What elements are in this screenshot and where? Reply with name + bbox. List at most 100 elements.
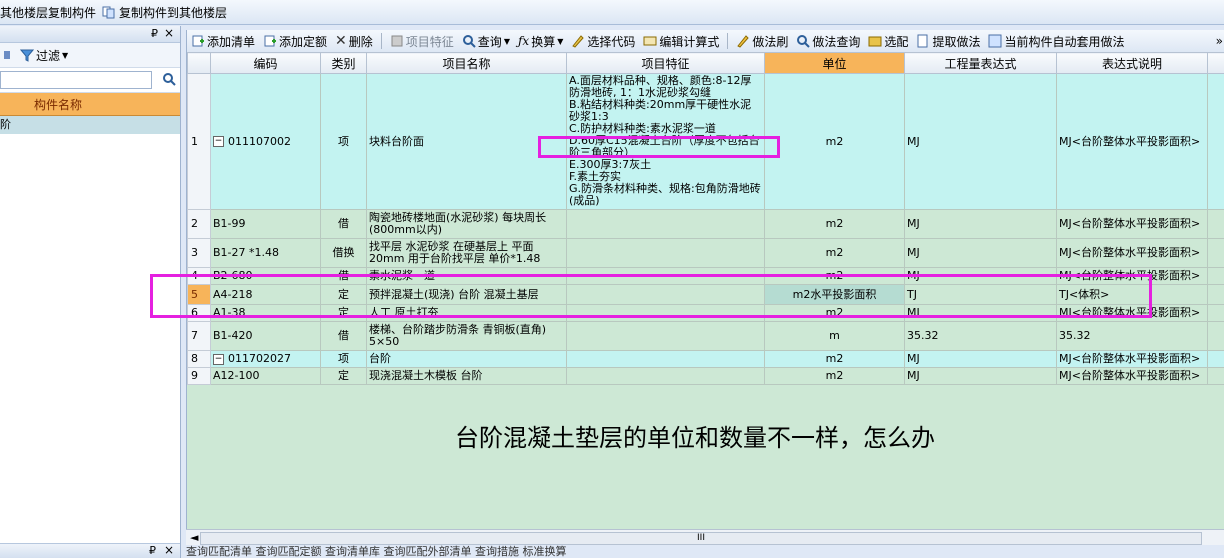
row-number[interactable]: 1 <box>187 73 211 210</box>
code-cell[interactable]: B1-99 <box>210 209 321 239</box>
expression-cell[interactable]: MJ <box>904 267 1057 285</box>
description-cell[interactable]: MJ<台阶整体水平投影面积> <box>1056 350 1208 368</box>
select-code-button[interactable]: 选择代码 <box>571 33 635 50</box>
row-number[interactable]: 3 <box>187 238 211 268</box>
code-cell[interactable]: A12-100 <box>210 367 321 385</box>
name-cell[interactable]: 找平层 水泥砂浆 在硬基层上 平面 20mm 用于台阶找平层 单价*1.48 <box>366 238 567 268</box>
bottom-pin-icon[interactable]: ₽ <box>149 544 156 557</box>
code-cell[interactable]: B2-680 <box>210 267 321 285</box>
item-feature-button[interactable]: 项目特征 <box>390 33 454 50</box>
type-cell[interactable]: 项 <box>320 350 367 368</box>
unit-cell[interactable]: m2 <box>764 73 905 210</box>
code-cell[interactable]: A4-218 <box>210 284 321 305</box>
name-cell[interactable]: 素水泥浆一道 <box>366 267 567 285</box>
table-row[interactable]: 4 B2-680 借 素水泥浆一道 m2 MJ MJ<台阶整体水平投影面积> <box>187 267 1224 285</box>
type-cell[interactable]: 借换 <box>320 238 367 268</box>
description-cell[interactable]: MJ<台阶整体水平投影面积> <box>1056 267 1208 285</box>
feature-cell[interactable] <box>566 284 765 305</box>
table-row[interactable]: 8 −011702027 项 台阶 m2 MJ MJ<台阶整体水平投影面积> <box>187 350 1224 368</box>
description-cell[interactable]: 35.32 <box>1056 321 1208 351</box>
feature-cell[interactable] <box>566 238 765 268</box>
collapse-icon[interactable]: − <box>213 136 224 147</box>
code-cell[interactable]: −011702027 <box>210 350 321 368</box>
component-name-header[interactable]: 构件名称 <box>0 93 180 116</box>
row-number[interactable]: 2 <box>187 209 211 239</box>
expression-cell[interactable]: MJ <box>904 73 1057 210</box>
panel-tool-icon[interactable] <box>4 48 18 62</box>
unit-cell[interactable]: m2 <box>764 209 905 239</box>
method-query-button[interactable]: 做法查询 <box>796 33 860 50</box>
description-cell[interactable]: MJ<台阶整体水平投影面积> <box>1056 209 1208 239</box>
feature-cell[interactable] <box>566 267 765 285</box>
scroll-left-icon[interactable]: ◄ <box>190 531 198 544</box>
unit-cell[interactable]: m2 <box>764 267 905 285</box>
column-header-feature[interactable]: 项目特征 <box>566 52 765 74</box>
code-cell[interactable]: B1-420 <box>210 321 321 351</box>
method-brush-button[interactable]: 做法刷 <box>736 33 788 50</box>
table-row[interactable]: 9 A12-100 定 现浇混凝土木模板 台阶 m2 MJ MJ<台阶整体水平投… <box>187 367 1224 385</box>
column-header-name[interactable]: 项目名称 <box>366 52 567 74</box>
row-number[interactable]: 4 <box>187 267 211 285</box>
table-row[interactable]: 7 B1-420 借 楼梯、台阶踏步防滑条 青铜板(直角) 5×50 m 35.… <box>187 321 1224 351</box>
feature-cell[interactable] <box>566 304 765 322</box>
auto-apply-method-button[interactable]: 当前构件自动套用做法 <box>988 33 1124 50</box>
column-header-description[interactable]: 表达式说明 <box>1056 52 1208 74</box>
row-number[interactable]: 9 <box>187 367 211 385</box>
table-row-selected[interactable]: 5 A4-218 定 预拌混凝土(现浇) 台阶 混凝土基层 m2水平投影面积 T… <box>187 284 1224 305</box>
description-cell[interactable]: MJ<台阶整体水平投影面积> <box>1056 304 1208 322</box>
feature-cell[interactable] <box>566 321 765 351</box>
column-header-code[interactable]: 编码 <box>210 52 321 74</box>
description-cell[interactable]: TJ<体积> <box>1056 284 1208 305</box>
select-match-button[interactable]: 选配 <box>868 33 908 50</box>
unit-cell[interactable]: m2 <box>764 304 905 322</box>
description-cell[interactable]: MJ<台阶整体水平投影面积> <box>1056 238 1208 268</box>
name-cell[interactable]: 预拌混凝土(现浇) 台阶 混凝土基层 <box>366 284 567 305</box>
delete-button[interactable]: ✕ 删除 <box>335 33 373 50</box>
row-number[interactable]: 6 <box>187 304 211 322</box>
unit-cell[interactable]: m2 <box>764 367 905 385</box>
description-cell[interactable]: MJ<台阶整体水平投影面积> <box>1056 73 1208 210</box>
name-cell[interactable]: 人工 原土打夯 <box>366 304 567 322</box>
filter-button[interactable]: 过滤 ▼ <box>20 47 68 64</box>
search-icon[interactable] <box>162 72 176 86</box>
toolbar-overflow-icon[interactable]: » <box>1216 34 1224 48</box>
extract-method-button[interactable]: 提取做法 <box>916 33 980 50</box>
column-header-expression[interactable]: 工程量表达式 <box>904 52 1057 74</box>
horizontal-scrollbar[interactable]: ◄ III <box>186 529 1224 546</box>
table-row[interactable]: 3 B1-27 *1.48 借换 找平层 水泥砂浆 在硬基层上 平面 20mm … <box>187 238 1224 268</box>
type-cell[interactable]: 定 <box>320 304 367 322</box>
description-cell[interactable]: MJ<台阶整体水平投影面积> <box>1056 367 1208 385</box>
add-list-button[interactable]: 添加清单 <box>191 33 255 50</box>
row-number[interactable]: 5 <box>187 284 211 305</box>
unit-cell[interactable]: m2 <box>764 350 905 368</box>
add-quota-button[interactable]: 添加定额 <box>263 33 327 50</box>
close-icon[interactable]: × <box>164 26 174 40</box>
copy-to-other-floor-button[interactable]: 复制构件到其他楼层 <box>102 4 227 21</box>
type-cell[interactable]: 借 <box>320 267 367 285</box>
expression-cell[interactable]: MJ <box>904 367 1057 385</box>
unit-cell[interactable]: m2 <box>764 238 905 268</box>
name-cell[interactable]: 块料台阶面 <box>366 73 567 210</box>
copy-from-other-floor-button[interactable]: 其他楼层复制构件 <box>0 4 96 21</box>
edit-formula-button[interactable]: 编辑计算式 <box>643 33 719 50</box>
bottom-close-icon[interactable]: × <box>164 543 174 557</box>
code-cell[interactable]: A1-38 <box>210 304 321 322</box>
feature-cell[interactable] <box>566 350 765 368</box>
code-cell[interactable]: B1-27 *1.48 <box>210 238 321 268</box>
feature-cell[interactable] <box>566 209 765 239</box>
name-cell[interactable]: 台阶 <box>366 350 567 368</box>
expression-cell[interactable]: MJ <box>904 304 1057 322</box>
expression-cell[interactable]: MJ <box>904 209 1057 239</box>
name-cell[interactable]: 现浇混凝土木模板 台阶 <box>366 367 567 385</box>
pin-icon[interactable]: ₽ <box>151 27 158 40</box>
convert-button[interactable]: ƒx 换算 ▼ <box>518 33 563 50</box>
type-cell[interactable]: 借 <box>320 321 367 351</box>
column-header-type[interactable]: 类别 <box>320 52 367 74</box>
table-row[interactable]: 6 A1-38 定 人工 原土打夯 m2 MJ MJ<台阶整体水平投影面积> <box>187 304 1224 322</box>
search-input[interactable] <box>0 71 152 89</box>
component-list-item[interactable]: 阶 <box>0 116 180 134</box>
type-cell[interactable]: 项 <box>320 73 367 210</box>
feature-cell[interactable]: A.面层材料品种、规格、颜色:8-12厚防滑地砖, 1：1水泥砂浆勾缝 B.粘结… <box>566 73 765 210</box>
expression-cell[interactable]: MJ <box>904 238 1057 268</box>
row-number[interactable]: 7 <box>187 321 211 351</box>
